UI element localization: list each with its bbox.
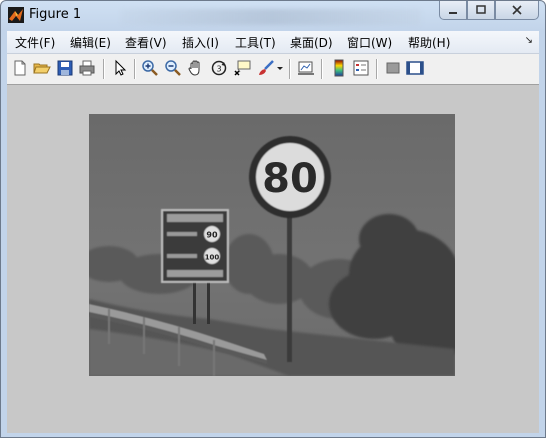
menu-window[interactable]: 窗口(W) <box>347 34 392 51</box>
minimize-icon <box>449 12 457 14</box>
small-sign-value-2: 100 <box>205 254 220 262</box>
menu-help[interactable]: 帮助(H) <box>408 34 450 51</box>
window-title: Figure 1 <box>29 7 82 22</box>
save-icon[interactable] <box>56 59 74 77</box>
title-bar[interactable]: Figure 1 <box>1 1 545 29</box>
zoom-in-icon[interactable] <box>141 59 159 77</box>
close-button[interactable] <box>495 1 539 20</box>
toolbar-separator <box>376 59 378 79</box>
close-icon <box>512 5 522 15</box>
grayscale-photo-icon: 90 100 80 <box>89 114 455 376</box>
legend-icon[interactable] <box>352 59 370 77</box>
link-plot-icon[interactable] <box>297 59 315 77</box>
blurred-background-strip <box>121 9 421 25</box>
toolbar-separator <box>103 59 105 79</box>
maximize-button[interactable] <box>467 1 495 20</box>
small-sign-value-1: 90 <box>206 231 218 240</box>
toolbar-separator <box>289 59 291 79</box>
menu-tools[interactable]: 工具(T) <box>235 34 276 51</box>
figure-toolbar: 3 <box>7 54 539 85</box>
rotate-3d-icon[interactable]: 3 <box>210 59 228 77</box>
speed-limit-value: 80 <box>262 156 318 202</box>
svg-text:3: 3 <box>216 65 221 74</box>
zoom-out-icon[interactable] <box>164 59 182 77</box>
hide-plot-tools-icon[interactable] <box>384 59 402 77</box>
new-figure-icon[interactable] <box>11 59 29 77</box>
menu-bar: 文件(F) 编辑(E) 查看(V) 插入(I) 工具(T) 桌面(D) 窗口(W… <box>7 31 539 54</box>
menu-file[interactable]: 文件(F) <box>15 34 55 51</box>
show-plot-tools-icon[interactable] <box>406 59 424 77</box>
brush-icon[interactable] <box>257 59 275 77</box>
print-icon[interactable] <box>78 59 96 77</box>
brush-dropdown-icon[interactable] <box>275 59 285 77</box>
matlab-logo-icon <box>8 7 24 23</box>
menu-desktop[interactable]: 桌面(D) <box>290 34 333 51</box>
menu-overflow-icon[interactable]: ↘ <box>525 35 533 46</box>
toolbar-separator <box>321 59 323 79</box>
speed-limit-sign-image[interactable]: 90 100 80 <box>89 114 455 376</box>
data-cursor-icon[interactable] <box>233 59 251 77</box>
menu-view[interactable]: 查看(V) <box>125 34 167 51</box>
open-icon[interactable] <box>33 59 51 77</box>
colorbar-icon[interactable] <box>330 59 348 77</box>
minimize-button[interactable] <box>439 1 467 20</box>
maximize-icon <box>476 5 486 14</box>
menu-insert[interactable]: 插入(I) <box>182 34 219 51</box>
pan-hand-icon[interactable] <box>187 59 205 77</box>
pointer-icon[interactable] <box>111 59 129 77</box>
toolbar-separator <box>134 59 136 79</box>
menu-edit[interactable]: 编辑(E) <box>70 34 111 51</box>
